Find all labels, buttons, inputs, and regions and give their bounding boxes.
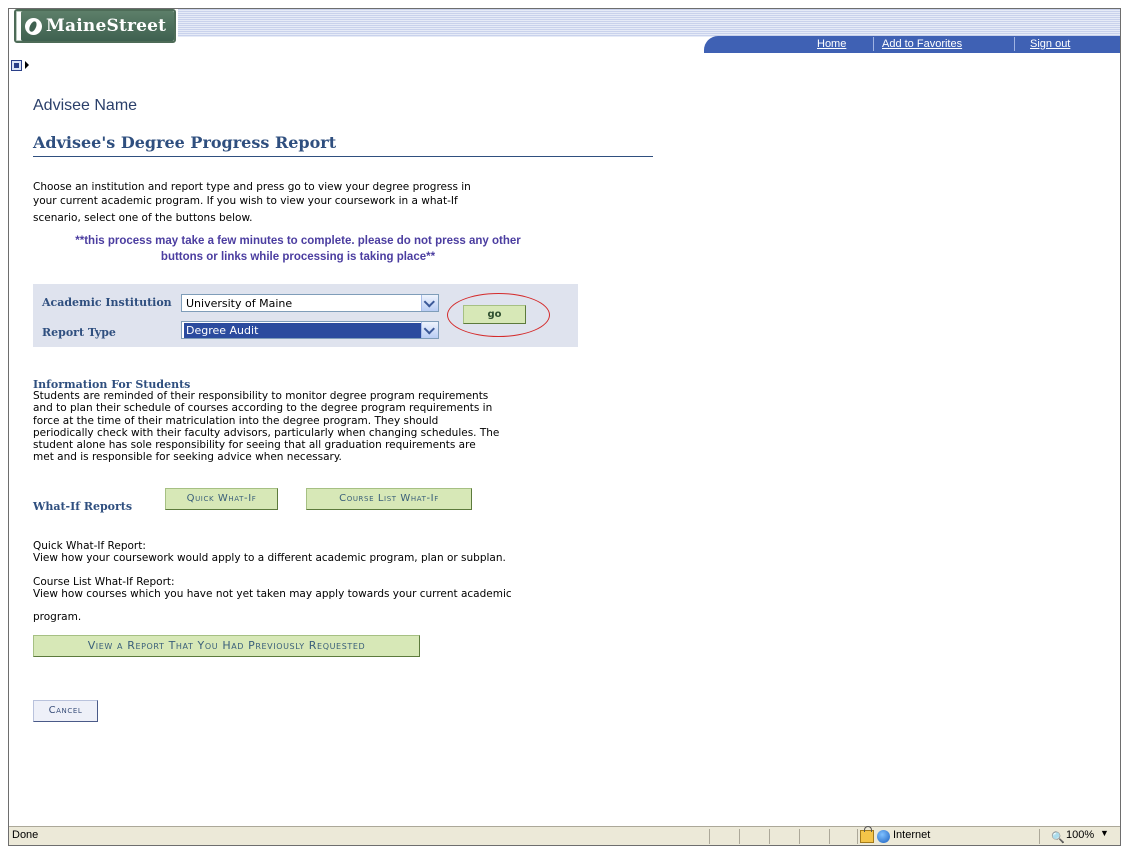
logo-badge: MaineStreet bbox=[21, 11, 174, 41]
warning-line: buttons or links while processing is tak… bbox=[160, 251, 436, 263]
course-list-whatif-title: Course List What-If Report: bbox=[33, 576, 175, 588]
info-line: and to plan their schedule of courses ac… bbox=[33, 402, 493, 415]
browser-status-bar: Done Internet 🔍 100% ▼ bbox=[9, 826, 1120, 845]
status-divider bbox=[829, 829, 830, 844]
nav-separator bbox=[1014, 37, 1015, 51]
intro-line: your current academic program. If you wi… bbox=[33, 195, 458, 207]
page-title: Advisee's Degree Progress Report bbox=[33, 133, 337, 152]
institution-label: Academic Institution bbox=[42, 296, 172, 309]
course-list-whatif-button[interactable]: Course List What-If bbox=[306, 488, 472, 510]
info-line: student alone has sole responsibility fo… bbox=[33, 439, 476, 452]
institution-select[interactable]: University of Maine bbox=[181, 294, 439, 312]
course-list-whatif-desc: View how courses which you have not yet … bbox=[33, 588, 512, 600]
chevron-down-icon[interactable] bbox=[421, 322, 438, 338]
title-divider bbox=[33, 156, 653, 157]
institution-value: University of Maine bbox=[186, 297, 293, 310]
internet-globe-icon bbox=[877, 830, 890, 843]
quick-whatif-button[interactable]: Quick What-If bbox=[165, 488, 278, 510]
info-line: met and is responsible for seeking advic… bbox=[33, 451, 342, 464]
go-button[interactable]: go bbox=[463, 305, 526, 324]
report-type-value: Degree Audit bbox=[184, 323, 436, 338]
warning-line: **this process may take a few minutes to… bbox=[75, 235, 521, 247]
zoom-dropdown-icon[interactable]: ▼ bbox=[1100, 828, 1109, 838]
status-divider bbox=[799, 829, 800, 844]
header-band bbox=[178, 9, 1120, 37]
view-previous-report-button[interactable]: View a Report That You Had Previously Re… bbox=[33, 635, 420, 657]
info-line: Students are reminded of their responsib… bbox=[33, 390, 489, 402]
top-nav-bar: Home Add to Favorites Sign out bbox=[704, 36, 1120, 53]
status-divider bbox=[1039, 829, 1040, 844]
whatif-label: What-If Reports bbox=[33, 500, 133, 513]
status-divider bbox=[857, 829, 858, 844]
maine-leaf-icon bbox=[25, 17, 42, 35]
chevron-down-icon[interactable] bbox=[421, 295, 438, 311]
add-to-favorites-link[interactable]: Add to Favorites bbox=[882, 38, 962, 50]
intro-line: Choose an institution and report type an… bbox=[33, 181, 471, 193]
info-line: periodically check with their faculty ad… bbox=[33, 426, 500, 439]
status-divider bbox=[709, 829, 710, 844]
status-divider bbox=[739, 829, 740, 844]
intro-line: scenario, select one of the buttons belo… bbox=[33, 212, 253, 224]
zoom-icon[interactable]: 🔍 bbox=[1051, 831, 1065, 844]
course-list-whatif-desc: program. bbox=[33, 611, 82, 623]
processing-warning: **this process may take a few minutes to… bbox=[33, 233, 563, 265]
intro-text: Choose an institution and report type an… bbox=[33, 180, 553, 208]
report-type-select[interactable]: Degree Audit bbox=[181, 321, 439, 339]
security-zone: Internet bbox=[893, 829, 931, 841]
quick-whatif-desc: View how your coursework would apply to … bbox=[33, 552, 506, 564]
mainestreet-logo[interactable]: MaineStreet bbox=[14, 9, 176, 43]
info-text: Students are reminded of their responsib… bbox=[33, 390, 598, 464]
advisee-name: Advisee Name bbox=[33, 97, 138, 114]
cancel-button[interactable]: Cancel bbox=[33, 700, 98, 722]
logo-text: MaineStreet bbox=[46, 16, 167, 36]
report-type-label: Report Type bbox=[42, 326, 116, 339]
status-divider bbox=[769, 829, 770, 844]
home-link[interactable]: Home bbox=[817, 38, 846, 50]
zoom-level[interactable]: 100% bbox=[1066, 829, 1094, 841]
quick-whatif-title: Quick What-If Report: bbox=[33, 540, 146, 552]
info-line: force at the time of their matriculation… bbox=[33, 414, 439, 427]
status-text: Done bbox=[12, 829, 39, 841]
nav-separator bbox=[873, 37, 874, 51]
security-lock-icon[interactable] bbox=[860, 826, 874, 843]
menu-toggle-icon[interactable] bbox=[11, 60, 22, 71]
expand-arrow-icon[interactable] bbox=[25, 61, 29, 69]
sign-out-link[interactable]: Sign out bbox=[1030, 38, 1070, 50]
